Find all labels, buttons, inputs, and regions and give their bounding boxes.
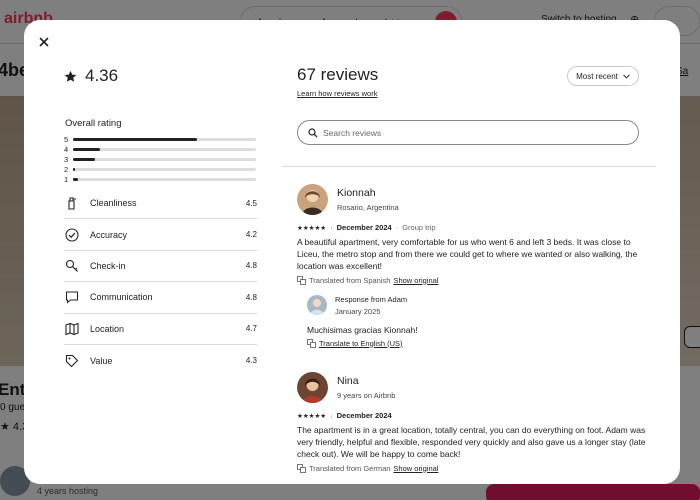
chat-bubble-icon xyxy=(64,289,80,305)
close-icon xyxy=(39,37,49,47)
reviewer-name: Nina xyxy=(337,375,359,387)
star-icon xyxy=(64,70,77,82)
category-label: Location xyxy=(90,323,125,334)
review-item: Kionnah Rosario, Argentina ★★★★★ · Decem… xyxy=(297,184,647,348)
review-text: The apartment is in a great location, to… xyxy=(297,425,646,460)
rating-bar-fill xyxy=(73,177,79,181)
category-rating-communication: Communication 4.8 xyxy=(64,282,257,314)
overall-rating-label: Overall rating xyxy=(65,118,122,129)
rating-bar-fill xyxy=(73,157,95,161)
reviews-modal: 4.36 Overall rating 54321 Cleanliness 4.5… xyxy=(24,20,680,484)
overall-rating-header: 4.36 xyxy=(64,66,118,86)
rating-bar-row: 5 xyxy=(64,134,256,144)
reviewer-tenure: 9 years on Airbnb xyxy=(337,391,396,400)
rating-bar-track xyxy=(73,167,256,171)
learn-reviews-link[interactable]: Learn how reviews work xyxy=(297,89,377,98)
reviewer-name: Kionnah xyxy=(337,187,376,199)
search-reviews-input[interactable] xyxy=(323,127,638,138)
category-ratings: Cleanliness 4.5 Accuracy 4.2 Check-in 4.8 Comm… xyxy=(64,188,257,376)
category-value: 4.7 xyxy=(245,324,257,334)
response-date: January 2025 xyxy=(335,306,381,316)
reviewer-avatar xyxy=(297,372,328,403)
section-divider xyxy=(282,166,656,167)
rating-bar-track xyxy=(73,157,256,161)
category-rating-accuracy: Accuracy 4.2 xyxy=(64,219,257,251)
review-stars: ★★★★★ xyxy=(297,224,327,232)
rating-bar-row: 4 xyxy=(64,144,256,154)
close-button[interactable] xyxy=(34,32,54,52)
category-label: Communication xyxy=(90,292,153,303)
rating-bar-stars: 5 xyxy=(64,134,69,144)
rating-bar-track xyxy=(73,147,256,151)
review-stars: ★★★★★ xyxy=(297,412,327,420)
rating-bar-stars: 3 xyxy=(64,154,69,164)
category-rating-location: Location 4.7 xyxy=(64,314,257,345)
trip-type: Group trip xyxy=(402,223,436,232)
category-label: Cleanliness xyxy=(90,198,137,209)
rating-bar-stars: 2 xyxy=(64,164,69,174)
response-text: Muchisimas gracias Kionnah! xyxy=(307,324,418,335)
search-icon xyxy=(308,127,318,137)
search-reviews-field[interactable] xyxy=(297,120,639,145)
translated-note: Translated from German xyxy=(309,463,391,473)
rating-bar-fill xyxy=(73,167,75,171)
show-original-link[interactable]: Show original xyxy=(393,276,438,285)
review-item: Nina 9 years on Airbnb ★★★★★ · December … xyxy=(297,372,647,473)
sort-label: Most recent xyxy=(576,71,618,81)
translated-note: Translated from Spanish xyxy=(309,275,391,285)
category-value: 4.3 xyxy=(245,356,257,366)
chevron-down-icon xyxy=(623,73,630,79)
reviewer-location: Rosario, Argentina xyxy=(337,203,399,212)
sort-dropdown[interactable]: Most recent xyxy=(567,66,639,86)
rating-bar-fill xyxy=(73,147,101,151)
reviewer-avatar xyxy=(297,184,328,215)
category-rating-value: Value 4.3 xyxy=(64,345,257,376)
category-value: 4.8 xyxy=(245,261,257,271)
rating-bar-track xyxy=(73,177,256,181)
reviews-count-title: 67 reviews xyxy=(297,65,379,84)
review-text: A beautiful apartment, very comfortable … xyxy=(297,237,638,272)
category-label: Value xyxy=(90,355,113,366)
translate-icon xyxy=(297,463,306,473)
category-label: Check-in xyxy=(90,260,126,271)
spray-bottle-icon xyxy=(64,195,80,211)
category-label: Accuracy xyxy=(90,229,128,240)
category-rating-check-in: Check-in 4.8 xyxy=(64,251,257,283)
category-value: 4.8 xyxy=(245,292,257,302)
show-original-link[interactable]: Show original xyxy=(393,464,438,473)
category-rating-cleanliness: Cleanliness 4.5 xyxy=(64,188,257,220)
category-value: 4.5 xyxy=(245,198,257,208)
key-icon xyxy=(64,258,80,274)
category-value: 4.2 xyxy=(245,230,257,240)
translate-icon xyxy=(297,275,306,285)
translate-icon xyxy=(307,338,316,348)
rating-bar-row: 3 xyxy=(64,154,256,164)
rating-bar-row: 1 xyxy=(64,174,256,184)
rating-bar-stars: 4 xyxy=(64,144,69,154)
translate-link[interactable]: Translate to English (US) xyxy=(319,339,403,348)
map-icon xyxy=(64,321,80,337)
review-date: December 2024 xyxy=(336,411,392,420)
overall-score: 4.36 xyxy=(85,66,119,85)
rating-bar-fill xyxy=(73,137,198,141)
host-response: Response from Adam January 2025 Muchisim… xyxy=(307,295,647,348)
rating-bar-row: 2 xyxy=(64,164,256,174)
check-circle-icon xyxy=(64,227,80,243)
rating-distribution: 54321 xyxy=(64,134,256,184)
response-title: Response from Adam xyxy=(335,294,408,304)
host-avatar xyxy=(307,295,327,316)
rating-bar-track xyxy=(73,137,256,141)
rating-bar-stars: 1 xyxy=(64,174,69,184)
review-date: December 2024 xyxy=(336,223,392,232)
tag-icon xyxy=(64,353,80,369)
